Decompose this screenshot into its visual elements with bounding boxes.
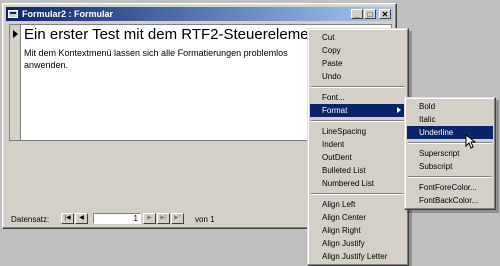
context-menu: Cut Copy Paste Undo Font... Format LineS… [307,28,409,266]
document-paragraph: Mit dem Kontextmenü lassen sich alle For… [24,48,288,70]
menu-item-numbered-list[interactable]: Numbered List [310,177,406,190]
menu-separator [311,193,405,195]
of-label: von [195,215,208,224]
maximize-button[interactable]: □ [364,9,376,19]
menu-item-font[interactable]: Font... [310,91,406,104]
menu-item-font-fore-color[interactable]: FontForeColor... [407,181,493,194]
new-record-button[interactable]: ▶* [171,213,184,224]
menu-item-format[interactable]: Format [310,104,406,117]
menu-item-font-back-color[interactable]: FontBackColor... [407,194,493,207]
title-bar[interactable]: Formular2 : Formular _ □ ✕ [6,7,393,21]
menu-item-copy[interactable]: Copy [310,44,406,57]
submenu-arrow-icon [397,107,401,113]
menu-item-indent[interactable]: Indent [310,138,406,151]
last-record-button[interactable]: ▶| [157,213,170,224]
menu-item-italic[interactable]: Italic [407,113,493,126]
menu-separator [311,120,405,122]
menu-item-align-center[interactable]: Align Center [310,211,406,224]
menu-item-align-left[interactable]: Align Left [310,198,406,211]
menu-item-format-label: Format [322,106,348,115]
record-count: von 1 [195,215,215,224]
menu-separator [408,142,492,144]
current-record-arrow-icon [13,30,18,38]
menu-item-linespacing[interactable]: LineSpacing [310,125,406,138]
menu-item-bulleted-list[interactable]: Bulleted List [310,164,406,177]
next-record-button[interactable]: ▶ [143,213,156,224]
record-label: Datensatz: [11,215,50,224]
menu-separator [311,86,405,88]
minimize-button[interactable]: _ [351,9,363,19]
menu-item-subscript[interactable]: Subscript [407,160,493,173]
form-icon [8,10,18,18]
total-records: 1 [210,215,215,224]
window-title: Formular2 : Formular [22,9,114,19]
format-submenu: Bold Italic Underline Superscript Subscr… [404,97,496,210]
menu-item-superscript[interactable]: Superscript [407,147,493,160]
record-navigation: Datensatz: |◀ ◀ 1 ▶ ▶| ▶* von 1 [9,212,339,226]
menu-item-undo[interactable]: Undo [310,70,406,83]
previous-record-button[interactable]: ◀ [75,213,88,224]
menu-item-paste[interactable]: Paste [310,57,406,70]
menu-item-bold[interactable]: Bold [407,100,493,113]
menu-item-align-justify-letter[interactable]: Align Justify Letter [310,250,406,263]
close-button[interactable]: ✕ [379,9,391,19]
menu-item-outdent[interactable]: OutDent [310,151,406,164]
mouse-cursor-icon [465,134,477,149]
menu-item-cut[interactable]: Cut [310,31,406,44]
menu-item-align-justify[interactable]: Align Justify [310,237,406,250]
menu-separator [408,176,492,178]
menu-item-align-right[interactable]: Align Right [310,224,406,237]
record-number-field[interactable]: 1 [93,213,141,224]
first-record-button[interactable]: |◀ [61,213,74,224]
record-selector[interactable] [10,25,21,140]
document-heading: Ein erster Test mit dem RTF2-Steuereleme… [24,26,322,43]
menu-item-underline[interactable]: Underline [407,126,493,139]
